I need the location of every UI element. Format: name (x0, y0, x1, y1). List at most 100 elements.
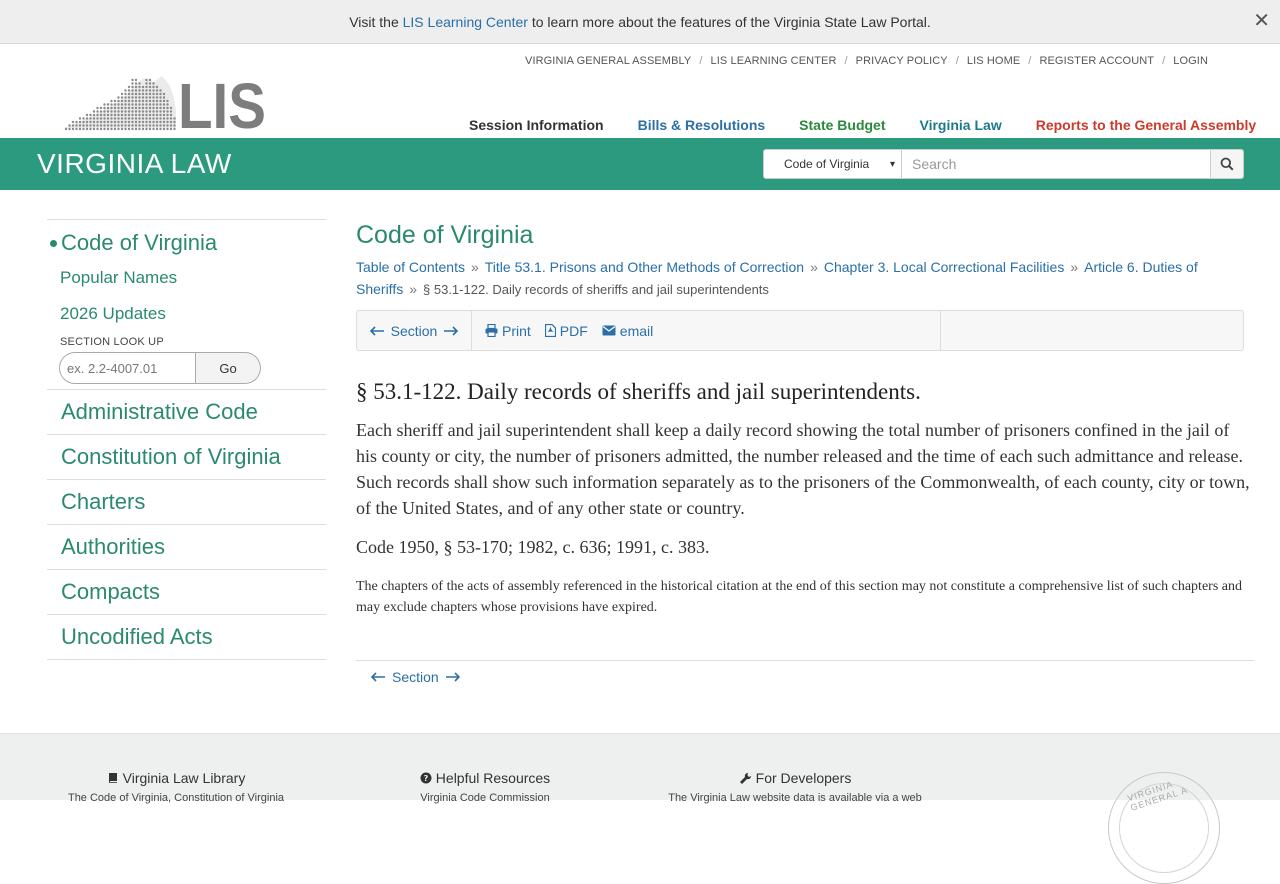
sidebar-item-uncodified-acts[interactable]: Uncodified Acts (47, 614, 326, 659)
logo-dot (145, 96, 148, 99)
sidebar-item-popular-names[interactable]: Popular Names (47, 260, 326, 296)
search-scope-select[interactable]: Code of Virginia ▾ (763, 149, 902, 179)
logo-dot (141, 106, 145, 110)
footer-developers-title[interactable]: For Developers (756, 770, 852, 786)
nav-state-budget[interactable]: State Budget (799, 117, 885, 133)
logo-dot (113, 127, 117, 131)
logo-dot (96, 120, 99, 124)
logo-dot (169, 120, 173, 124)
logo-dot (131, 92, 134, 96)
logo-dot (138, 89, 141, 92)
logo-dot (127, 117, 131, 120)
footer: Virginia Law Library The Code of Virgini… (0, 733, 1280, 884)
section-lookup-input[interactable]: ex. 2.2-4007.01 (59, 352, 196, 384)
logo-dot (162, 106, 166, 110)
nav-reports[interactable]: Reports to the General Assembly (1036, 117, 1256, 133)
logo-dot (138, 106, 141, 110)
notice-learning-center-link[interactable]: LIS Learning Center (403, 14, 528, 30)
logo-dot (134, 92, 138, 96)
sidebar-item-code-of-virginia[interactable]: Code of Virginia (47, 220, 326, 260)
logo-dot (138, 85, 141, 89)
logo-dot (162, 99, 166, 103)
footer-helpful-resources-title[interactable]: Helpful Resources (436, 770, 550, 786)
logo-dot (78, 124, 82, 127)
email-button[interactable]: email (602, 323, 653, 339)
logo-dot (148, 120, 152, 124)
logo-dot (145, 103, 148, 106)
sidebar-item-compacts[interactable]: Compacts (47, 569, 326, 614)
logo-dot (159, 110, 162, 113)
logo-dot (131, 120, 134, 124)
logo-dot (138, 82, 141, 85)
site-title[interactable]: VIRGINIA LAW (37, 148, 232, 180)
logo-dot (152, 110, 155, 113)
logo-dot (162, 124, 166, 127)
utility-nav: VIRGINIA GENERAL ASSEMBLY / LIS LEARNING… (525, 55, 1208, 67)
content-divider (356, 660, 1254, 661)
logo-dot (141, 127, 145, 131)
breadcrumb-table-of-contents[interactable]: Table of Contents (356, 259, 465, 275)
logo-dot (145, 106, 148, 110)
arrow-right-icon[interactable] (443, 325, 459, 336)
arrow-right-icon[interactable] (445, 672, 461, 682)
logo-dot (152, 117, 155, 120)
logo-dot (131, 113, 134, 117)
logo-dot (155, 106, 159, 110)
arrow-left-icon[interactable] (369, 325, 385, 336)
logo-dot (138, 127, 141, 131)
arrow-left-icon[interactable] (370, 672, 386, 682)
logo-dot (127, 92, 131, 96)
logo-dot (64, 127, 68, 131)
notice-suffix: to learn more about the features of the … (527, 13, 931, 30)
logo-dot (117, 127, 120, 131)
util-separator: / (1162, 55, 1166, 67)
logo-dot (127, 89, 131, 92)
logo-dot (162, 103, 166, 106)
util-link-login[interactable]: LOGIN (1173, 55, 1208, 67)
section-lookup-go-button[interactable]: Go (196, 352, 261, 384)
sidebar-item-administrative-code[interactable]: Administrative Code (47, 389, 326, 434)
sidebar-item-updates[interactable]: 2026 Updates (47, 296, 326, 332)
util-link-privacy[interactable]: PRIVACY POLICY (856, 55, 948, 67)
logo-dot (120, 96, 124, 99)
sidebar-item-constitution[interactable]: Constitution of Virginia (47, 434, 326, 479)
logo-dot (134, 103, 138, 106)
logo-dot (106, 110, 110, 113)
virginia-map-logo-icon: LIS (64, 70, 266, 142)
section-lookup: ex. 2.2-4007.01 Go (59, 352, 326, 384)
logo-dot (138, 124, 141, 127)
bottom-section-label: Section (392, 669, 439, 685)
logo-dot (134, 85, 138, 89)
logo-dot (159, 106, 162, 110)
logo-dot (148, 89, 152, 92)
logo-dot (96, 106, 99, 110)
logo-dot (113, 120, 117, 124)
search-button[interactable] (1211, 149, 1244, 179)
sidebar-item-charters[interactable]: Charters (47, 479, 326, 524)
print-button[interactable]: Print (485, 323, 531, 339)
util-link-register[interactable]: REGISTER ACCOUNT (1039, 55, 1154, 67)
breadcrumb-title[interactable]: Title 53.1. Prisons and Other Methods of… (485, 259, 804, 275)
util-link-learning-center[interactable]: LIS LEARNING CENTER (711, 55, 837, 67)
logo-dot (148, 110, 152, 113)
footer-law-library-title[interactable]: Virginia Law Library (123, 770, 246, 786)
close-icon[interactable]: ✕ (1253, 8, 1270, 33)
nav-bills-resolutions[interactable]: Bills & Resolutions (638, 117, 766, 133)
lis-logo[interactable]: LIS (64, 70, 269, 142)
sidebar-item-authorities[interactable]: Authorities (47, 524, 326, 569)
logo-dot (138, 113, 141, 117)
logo-dot (166, 117, 169, 120)
nav-session-information[interactable]: Session Information (469, 117, 604, 133)
section-toolbar: Section Print PDF email (356, 310, 1244, 351)
logo-dot (138, 99, 141, 103)
logo-dot (145, 85, 148, 89)
search-input[interactable]: Search (902, 149, 1211, 179)
util-link-general-assembly[interactable]: VIRGINIA GENERAL ASSEMBLY (525, 55, 691, 67)
util-link-lis-home[interactable]: LIS HOME (967, 55, 1020, 67)
pdf-button[interactable]: PDF (544, 323, 588, 339)
breadcrumb-chapter[interactable]: Chapter 3. Local Correctional Facilities (824, 259, 1064, 275)
logo-dot (92, 124, 96, 127)
logo-dot (152, 96, 155, 99)
logo-dot (148, 113, 152, 117)
nav-virginia-law[interactable]: Virginia Law (920, 117, 1002, 133)
